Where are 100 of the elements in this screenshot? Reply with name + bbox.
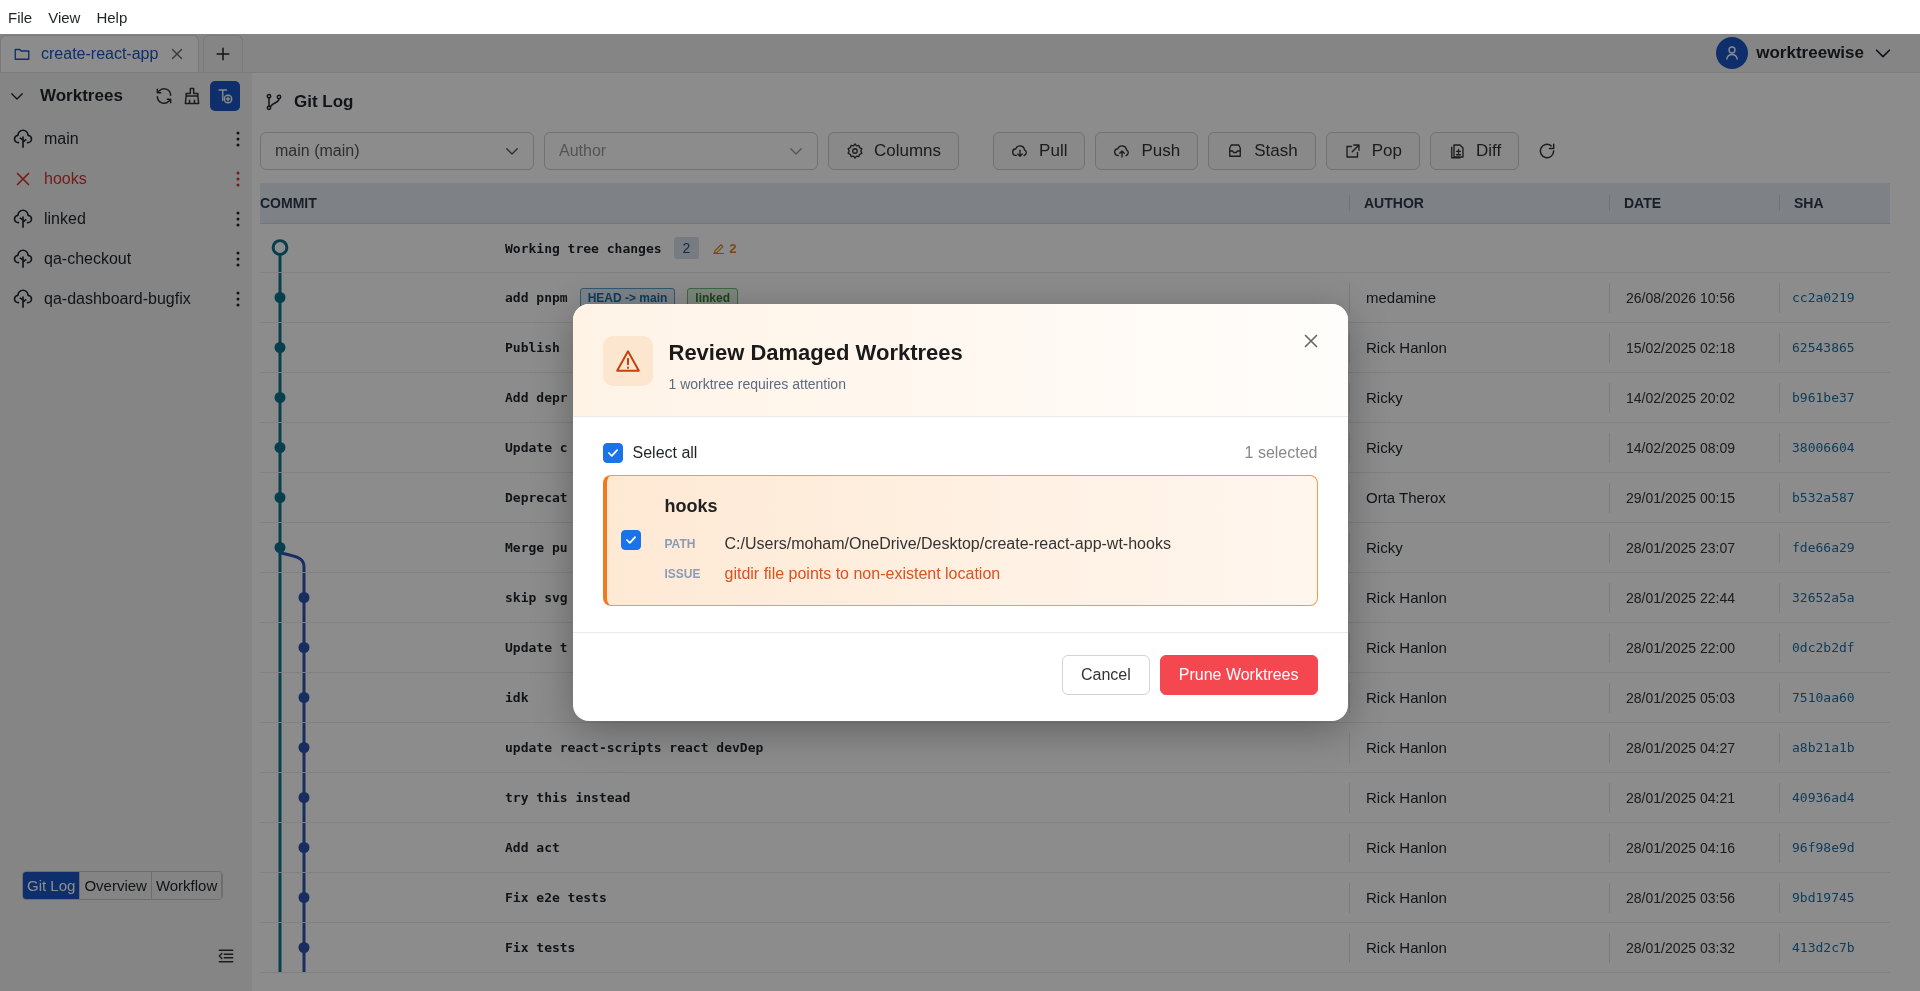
sha-link[interactable]: 9bd19745 <box>1779 882 1890 913</box>
date-cell: 28/01/2025 03:56 <box>1609 882 1779 913</box>
toolbar-button[interactable]: Stash <box>1208 132 1316 170</box>
prune-button[interactable]: Prune Worktrees <box>1159 655 1318 695</box>
worktree-item[interactable]: linked <box>44 210 226 228</box>
commit-message: Merge pu <box>505 540 568 555</box>
more-icon[interactable] <box>236 291 240 307</box>
commit-message: update react-scripts react devDep <box>505 740 764 755</box>
column-header[interactable]: AUTHOR <box>1349 195 1609 211</box>
sha-link[interactable]: b532a587 <box>1779 482 1890 513</box>
author-cell: Rick Hanlon <box>1349 882 1609 913</box>
commit-message: idk <box>505 690 529 705</box>
author-cell: Rick Hanlon <box>1349 682 1609 713</box>
author-dropdown[interactable]: Author <box>544 132 818 170</box>
field-label: ISSUE <box>664 567 702 581</box>
add-worktree-button[interactable] <box>210 81 240 111</box>
date-cell: 14/02/2025 08:09 <box>1609 432 1779 463</box>
broom-icon <box>182 86 202 106</box>
commit-message: skip svg <box>505 590 568 605</box>
date-cell: 28/01/2025 23:07 <box>1609 532 1779 563</box>
checkbox[interactable] <box>602 443 623 463</box>
toolbar-button[interactable]: Pop <box>1325 132 1420 170</box>
collapse-sidebar-icon <box>216 946 236 966</box>
branch-dropdown[interactable]: main (main) <box>260 132 534 170</box>
checkbox[interactable] <box>620 529 641 550</box>
author-cell: Ricky <box>1349 432 1609 463</box>
worktree-item[interactable]: main <box>44 130 226 148</box>
author-cell: Rick Hanlon <box>1349 632 1609 663</box>
more-icon[interactable] <box>236 171 240 187</box>
more-icon[interactable] <box>236 211 240 227</box>
toolbar-button[interactable]: Push <box>1095 132 1199 170</box>
column-header[interactable]: SHA <box>1779 195 1890 211</box>
date-cell: 28/01/2025 05:03 <box>1609 682 1779 713</box>
section-title: Worktrees <box>39 86 124 106</box>
sha-link[interactable]: a8b21a1b <box>1779 732 1890 763</box>
more-icon[interactable] <box>236 251 240 267</box>
cancel-button[interactable]: Cancel <box>1061 655 1150 695</box>
sha-link[interactable]: cc2a0219 <box>1779 282 1890 313</box>
sha-link[interactable]: 96f98e9d <box>1779 832 1890 863</box>
toolbar-button[interactable]: Pull <box>993 132 1086 170</box>
author-cell: Ricky <box>1349 382 1609 413</box>
menu-item[interactable]: Help <box>90 4 134 30</box>
menu-item[interactable]: View <box>42 4 87 30</box>
git-branch-icon <box>264 92 284 112</box>
menu-item[interactable]: File <box>2 4 39 30</box>
sha-link[interactable]: 40936ad4 <box>1779 782 1890 813</box>
worktree-item[interactable]: qa-dashboard-bugfix <box>44 290 226 308</box>
user-name[interactable]: worktreewise <box>1756 43 1864 63</box>
commit-message: Add act <box>505 840 560 855</box>
date-cell: 15/02/2025 02:18 <box>1609 332 1779 363</box>
commit-message: Update c <box>505 440 568 455</box>
toolbar-button[interactable]: Diff <box>1429 132 1520 170</box>
commit-message: try this instead <box>505 790 631 805</box>
cloud-download-icon <box>1011 142 1030 160</box>
worktree-name: hooks <box>664 496 719 517</box>
author-cell: medamine <box>1349 282 1609 313</box>
commit-message: Update t <box>505 640 568 655</box>
worktree-item[interactable]: hooks <box>44 170 226 188</box>
author-cell: Rick Hanlon <box>1349 582 1609 613</box>
sha-link[interactable]: 32652a5a <box>1779 582 1890 613</box>
checkmark-icon <box>605 446 620 460</box>
project-tab[interactable]: create-react-app <box>0 35 200 72</box>
column-header[interactable]: DATE <box>1609 195 1779 211</box>
more-icon[interactable] <box>236 131 240 147</box>
commit-message: Fix tests <box>505 940 576 955</box>
commit-message: Publish <box>505 340 560 355</box>
author-cell: Rick Hanlon <box>1349 832 1609 863</box>
worktree-item[interactable]: qa-checkout <box>44 250 226 268</box>
author-cell: Orta Therox <box>1349 482 1609 513</box>
sha-link[interactable]: b961be37 <box>1779 382 1890 413</box>
date-cell: 28/01/2025 04:16 <box>1609 832 1779 863</box>
ref-tag: HEAD -> main <box>579 287 676 308</box>
sha-link[interactable]: 0dc2b2df <box>1779 632 1890 663</box>
sha-link[interactable]: 38006604 <box>1779 432 1890 463</box>
sha-link[interactable]: 413d2c7b <box>1779 932 1890 963</box>
commit-message: Add depr <box>505 390 568 405</box>
view-tab[interactable]: Git Log <box>23 872 81 899</box>
selected-count: 1 selected <box>1244 444 1318 462</box>
sha-link[interactable]: 7510aa60 <box>1779 682 1890 713</box>
date-cell: 28/01/2025 22:44 <box>1609 582 1779 613</box>
new-tab-button[interactable] <box>203 35 244 72</box>
sha-link[interactable]: fde66a29 <box>1779 532 1890 563</box>
commit-message: Fix e2e tests <box>505 890 607 905</box>
refresh-icon <box>154 86 174 106</box>
panel-title: Git Log <box>294 92 354 112</box>
column-header[interactable]: COMMIT <box>260 195 1349 211</box>
tree-icon <box>12 208 34 230</box>
avatar[interactable] <box>1716 37 1749 69</box>
change-count: 2 <box>729 240 737 256</box>
date-cell: 14/02/2025 20:02 <box>1609 382 1779 413</box>
author-cell: Rick Hanlon <box>1349 332 1609 363</box>
author-cell: Rick Hanlon <box>1349 732 1609 763</box>
toolbar-button[interactable]: Columns <box>828 132 960 170</box>
date-cell: 28/01/2025 04:21 <box>1609 782 1779 813</box>
tree-icon <box>12 128 34 150</box>
date-cell: 28/01/2025 04:27 <box>1609 732 1779 763</box>
checkbox-label[interactable]: Select all <box>632 444 1235 462</box>
commit-message: Deprecat <box>505 490 568 505</box>
sha-link[interactable]: 62543865 <box>1779 332 1890 363</box>
author-cell: Ricky <box>1349 532 1609 563</box>
